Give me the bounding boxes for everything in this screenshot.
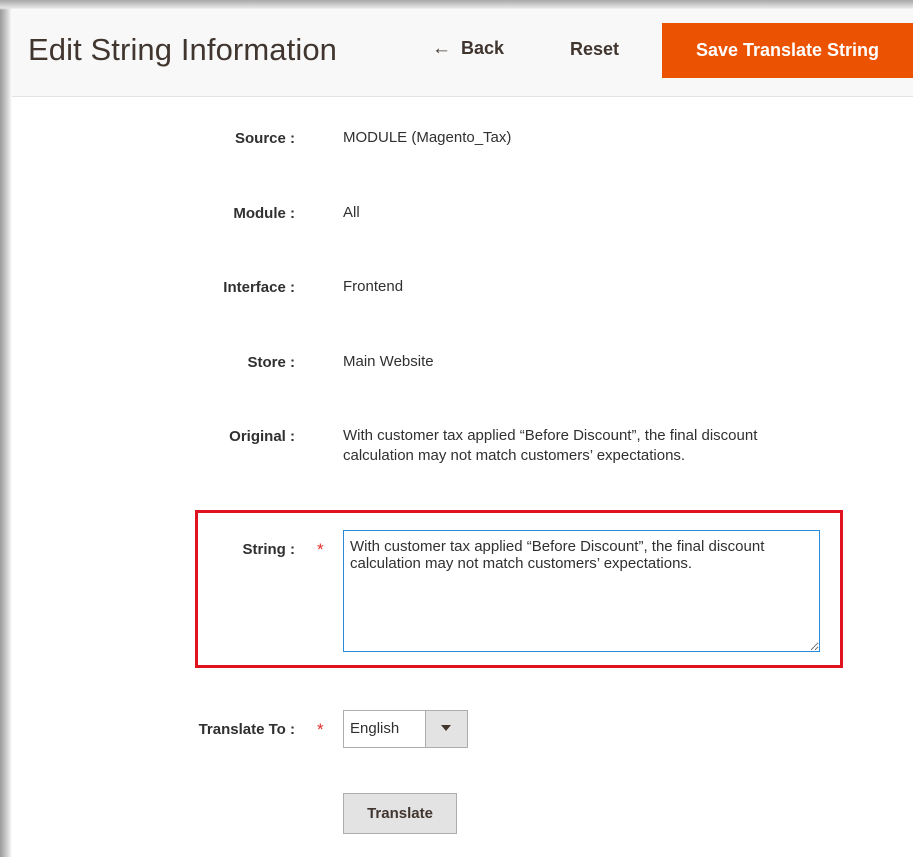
source-value: MODULE (Magento_Tax) [343,129,512,146]
select-toggle[interactable] [425,711,467,747]
translate-button[interactable]: Translate [343,793,457,834]
interface-label: Interface : [223,279,295,296]
translate-to-required-marker: * [317,720,324,739]
arrow-left-icon: ← [432,38,451,59]
page: Edit String Information ← Back Reset Save… [12,10,913,857]
string-required-marker: * [317,540,324,559]
original-label: Original : [229,428,295,445]
source-label: Source : [234,130,295,147]
original-value: With customer tax applied “Before Discou… [343,427,758,464]
interface-value: Frontend [343,278,404,295]
translate-to-label: Translate To : [198,721,295,738]
translate-to-selected-value: English [350,720,400,737]
translate-to-select[interactable]: English [343,710,468,748]
window-frame-left [0,0,12,857]
store-label: Store : [247,354,295,371]
store-value: Main Website [343,353,434,370]
back-button[interactable]: ← Back [432,38,504,60]
page-title: Edit String Information [28,32,337,67]
module-value: All [343,204,360,221]
module-label: Module : [233,205,295,222]
back-button-label: Back [461,38,505,58]
page-header: Edit String Information ← Back Reset Save… [12,10,913,97]
save-translate-string-button[interactable]: Save Translate String [662,23,913,78]
string-label: String : [242,541,296,558]
string-textarea[interactable] [343,530,820,652]
reset-button[interactable]: Reset [570,39,619,60]
window-frame-top [0,0,913,10]
caret-down-icon [441,725,451,731]
